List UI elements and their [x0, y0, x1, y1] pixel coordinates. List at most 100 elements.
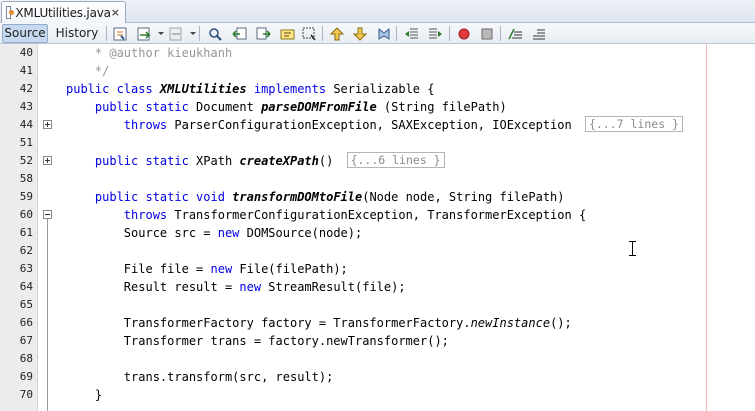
code-text: * @author kieukhanh: [66, 44, 232, 62]
line-number: 40: [19, 46, 33, 59]
code-text: throws ParserConfigurationException, SAX…: [66, 116, 683, 134]
code-line[interactable]: 51: [0, 134, 755, 152]
code-token: transformDOMtoFile: [232, 190, 363, 204]
code-text: public class XMLUtilities implements Ser…: [66, 80, 434, 98]
shift-right-icon[interactable]: [427, 26, 443, 41]
code-line[interactable]: 64 Result result = new StreamResult(file…: [0, 278, 755, 296]
rectangular-selection-icon[interactable]: [301, 26, 317, 41]
uncomment-icon[interactable]: [530, 26, 546, 41]
line-number: 59: [19, 190, 33, 203]
code-line[interactable]: 42 public class XMLUtilities implements S…: [0, 80, 755, 98]
next-bookmark-icon[interactable]: [352, 26, 368, 41]
find-icon[interactable]: [207, 26, 223, 41]
previous-bookmark-icon[interactable]: [329, 26, 345, 41]
code-text: public static Document parseDOMFromFile …: [66, 98, 507, 116]
code-line[interactable]: 62: [0, 242, 755, 260]
code-token: parseDOMFromFile: [261, 100, 377, 114]
source-view-tab[interactable]: Source: [2, 24, 48, 43]
expand-fold-icon[interactable]: [43, 120, 52, 129]
code-line[interactable]: 58: [0, 170, 755, 188]
code-line[interactable]: 69 trans.transform(src, result);: [0, 368, 755, 386]
code-token: new: [217, 226, 247, 240]
find-previous-icon[interactable]: [231, 26, 247, 41]
code-token: (Node node, String filePath): [362, 190, 565, 204]
java-file-icon: [6, 6, 15, 19]
toolbar-separator: [449, 26, 450, 41]
code-text: public static void transformDOMtoFile(No…: [66, 188, 565, 206]
forward-dropdown-icon[interactable]: [190, 32, 196, 35]
code-line[interactable]: 41 */: [0, 62, 755, 80]
code-line[interactable]: 59 public static void transformDOMtoFile…: [0, 188, 755, 206]
start-macro-recording-icon[interactable]: [456, 26, 472, 41]
code-token: (): [318, 154, 341, 168]
code-line[interactable]: 43 public static Document parseDOMFromFi…: [0, 98, 755, 116]
code-token: TransformerFactory factory = Transformer…: [66, 316, 471, 330]
code-text: */: [66, 62, 109, 80]
history-view-tab[interactable]: History: [53, 24, 101, 43]
line-number: 60: [19, 208, 33, 221]
collapsed-code-block[interactable]: {...6 lines }: [346, 152, 445, 168]
code-editor[interactable]: 40 * @author kieukhanh 41 */42 public clas…: [0, 44, 755, 411]
code-line[interactable]: 44 throws ParserConfigurationException, …: [0, 116, 755, 134]
line-number: 64: [19, 280, 33, 293]
code-line[interactable]: 70 }: [0, 386, 755, 404]
code-token: new: [210, 262, 240, 276]
code-line[interactable]: 61 Source src = new DOMSource(node);: [0, 224, 755, 242]
toolbar-separator: [199, 26, 200, 41]
code-token: */: [66, 64, 110, 78]
code-line[interactable]: 63 File file = new File(filePath);: [0, 260, 755, 278]
code-token: Transformer trans = factory.newTransform…: [66, 334, 449, 348]
code-text: public static XPath createXPath() {...6 …: [66, 152, 445, 170]
code-token: XMLUtilities: [159, 82, 254, 96]
code-line[interactable]: 66 TransformerFactory factory = Transfor…: [0, 314, 755, 332]
back-dropdown-icon[interactable]: [158, 32, 164, 35]
editor-toolbar: Source History: [0, 23, 755, 44]
code-token: DOMSource(node);: [246, 226, 363, 240]
comment-icon[interactable]: [507, 26, 523, 41]
line-number: 66: [19, 316, 33, 329]
back-icon[interactable]: [136, 26, 152, 41]
toolbar-separator: [106, 26, 107, 41]
shift-left-icon[interactable]: [403, 26, 419, 41]
last-edit-icon[interactable]: [112, 26, 128, 41]
line-number: 61: [19, 226, 33, 239]
code-text: Transformer trans = factory.newTransform…: [66, 332, 449, 350]
file-tab[interactable]: XMLUtilities.java ×: [1, 1, 126, 23]
code-text: Source src = new DOMSource(node);: [66, 224, 362, 242]
code-token: createXPath: [239, 154, 319, 168]
line-number: 44: [19, 118, 33, 131]
code-token: new: [239, 280, 269, 294]
find-next-icon[interactable]: [255, 26, 271, 41]
forward-icon[interactable]: [168, 26, 184, 41]
fold-guide-line: [47, 219, 48, 411]
file-tab-label: XMLUtilities.java: [15, 5, 111, 20]
code-token: public static: [66, 100, 197, 114]
line-number: 70: [19, 388, 33, 401]
code-line[interactable]: 52 public static XPath createXPath() {..…: [0, 152, 755, 170]
stop-macro-recording-icon[interactable]: [479, 26, 495, 41]
collapse-fold-icon[interactable]: [43, 210, 52, 219]
toggle-highlight-icon[interactable]: [279, 26, 295, 41]
code-line[interactable]: 67 Transformer trans = factory.newTransf…: [0, 332, 755, 350]
line-number: 52: [19, 154, 33, 167]
editor-tab-strip: XMLUtilities.java ×: [0, 0, 755, 23]
code-token: newInstance: [470, 316, 551, 330]
code-token: trans.transform(src, result);: [66, 370, 334, 384]
code-line[interactable]: 68: [0, 350, 755, 368]
code-line[interactable]: 65: [0, 296, 755, 314]
code-line[interactable]: 40 * @author kieukhanh: [0, 44, 755, 62]
code-line[interactable]: 60 throws TransformerConfigurationExcept…: [0, 206, 755, 224]
code-token: implements: [253, 82, 334, 96]
code-token: throws: [66, 118, 175, 132]
collapsed-code-block[interactable]: {...7 lines }: [584, 116, 683, 132]
code-token: StreamResult(file);: [268, 280, 406, 294]
code-token: public static: [66, 154, 197, 168]
code-token: public static void: [66, 190, 233, 204]
close-tab-icon[interactable]: ×: [111, 7, 120, 18]
expand-fold-icon[interactable]: [43, 156, 52, 165]
code-token: ParserConfigurationException, SAXExcepti…: [174, 118, 579, 132]
line-number: 68: [19, 352, 33, 365]
code-token: File(filePath);: [239, 262, 348, 276]
toggle-bookmark-icon[interactable]: [375, 26, 391, 41]
code-token: * @author kieukhanh: [66, 46, 233, 60]
